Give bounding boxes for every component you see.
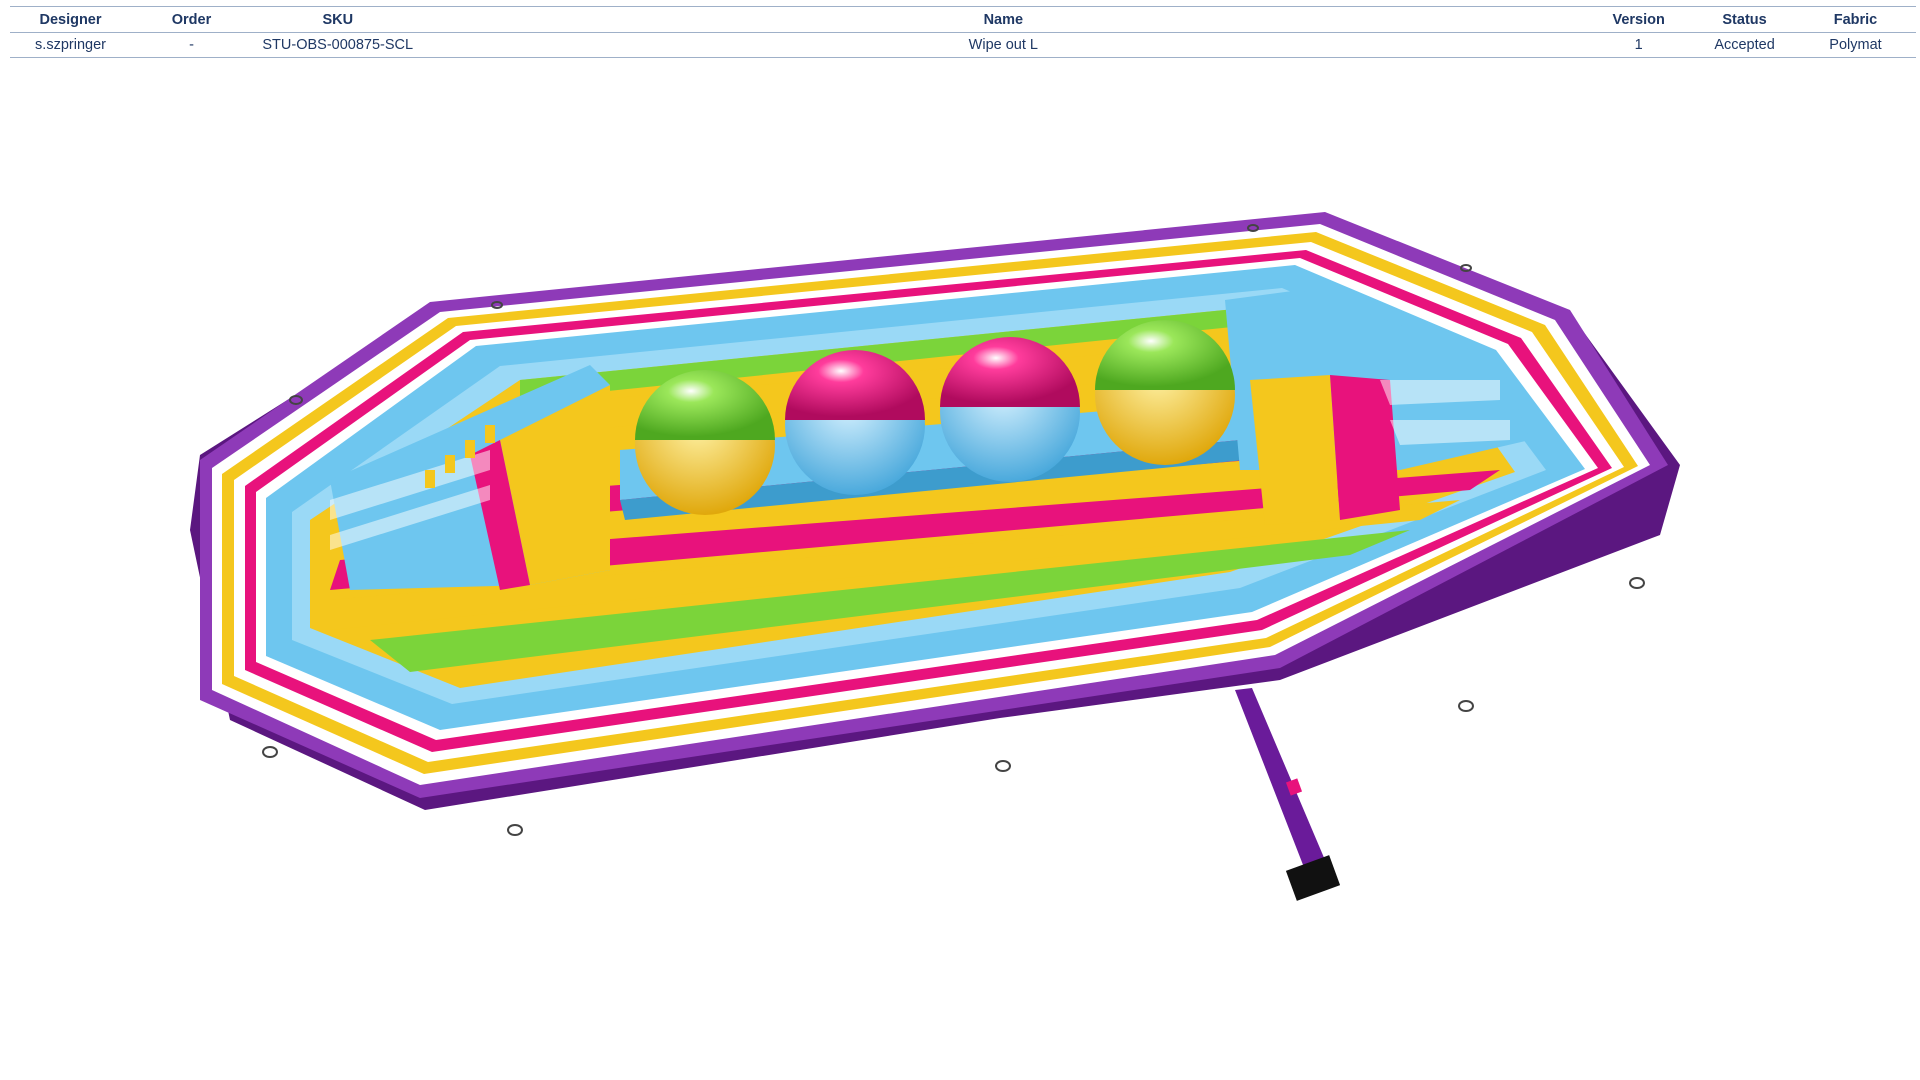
header-designer: Designer [10,6,132,33]
ball-4 [1095,320,1235,465]
ball-1 [635,370,775,515]
header-version: Version [1583,6,1695,33]
cell-sku: STU-OBS-000875-SCL [252,32,424,58]
cell-fabric: Polymat [1794,32,1916,58]
header-name: Name [423,6,1584,33]
cell-name: Wipe out L [423,32,1584,58]
header-order: Order [131,6,253,33]
cell-version: 1 [1583,32,1695,58]
cell-designer: s.szpringer [10,32,132,58]
inflatable-render-image [190,212,1680,901]
header-status: Status [1694,6,1795,33]
table-row: s.szpringer - STU-OBS-000875-SCL Wipe ou… [10,32,1916,58]
cell-order: - [131,32,253,58]
header-fabric: Fabric [1794,6,1916,33]
cell-status: Accepted [1694,32,1795,58]
header-sku: SKU [252,6,424,33]
product-info-table: Designer Order SKU Name Version Status F… [10,6,1916,58]
table-header-row: Designer Order SKU Name Version Status F… [10,6,1916,33]
ball-2 [785,350,925,495]
ball-3 [940,337,1080,482]
blower-tube [1235,688,1341,901]
